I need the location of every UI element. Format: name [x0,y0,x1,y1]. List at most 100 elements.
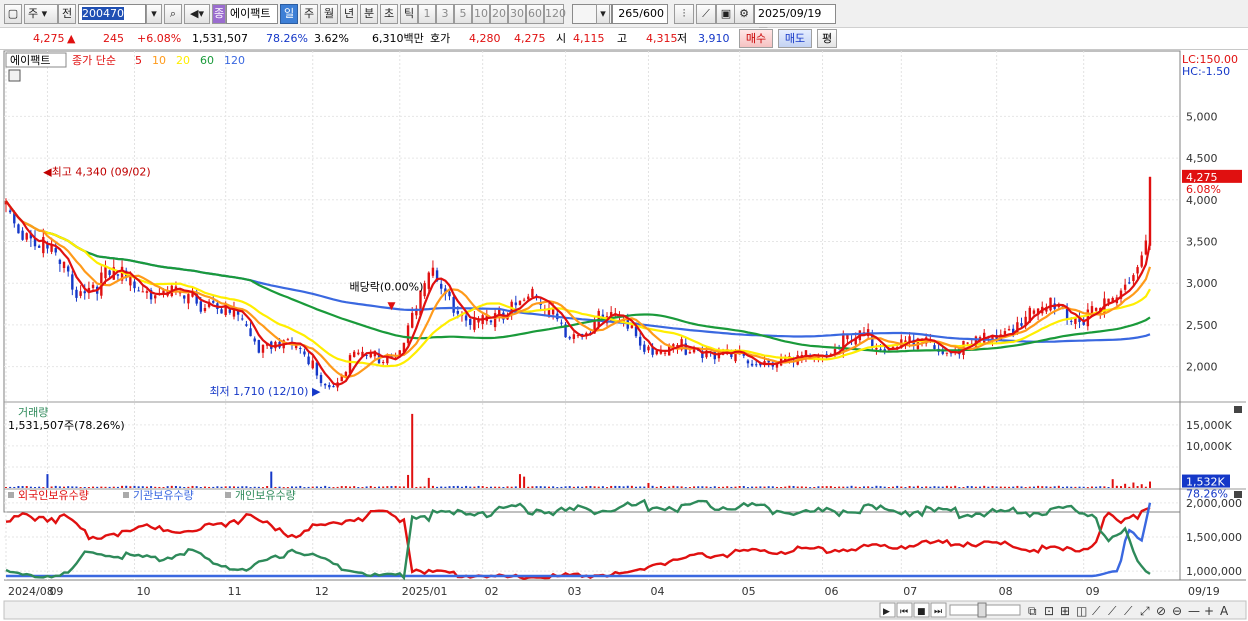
trade-amount: 6,310백만 [372,32,424,45]
candle-body [692,349,696,353]
chart-tool-icon[interactable]: A [1220,604,1229,618]
ask-label: 호가 [430,32,451,45]
sell-button[interactable]: 매도 [778,29,812,48]
line-tool-icon[interactable]: ⟋ [696,4,716,24]
data-count-field[interactable]: 265/600 [612,4,668,24]
candle-body [431,267,435,276]
candle-body [1148,176,1152,246]
candle-body [1007,329,1011,331]
candle-body [966,342,969,344]
interval-button[interactable]: 5 [454,4,472,24]
interval-button[interactable]: 10 [472,4,490,24]
chart-tool-icon[interactable]: ⤢ [1139,604,1150,618]
data-count-total: /600 [639,7,664,20]
period-button[interactable]: 주 [300,4,318,24]
volume-bar [67,486,70,488]
chart-tool-icon[interactable]: ⧉ [1028,604,1037,618]
search-icon[interactable]: ⌕ [164,4,182,24]
candle-body [427,272,430,289]
volume-bar [543,486,546,488]
period-button[interactable]: 초 [380,4,398,24]
volume-bar [974,486,977,488]
volume-bar [477,485,480,488]
chart-area[interactable]: 5,0004,5004,0003,5003,0002,5002,00015,00… [0,50,1248,621]
volume-bar [950,486,953,488]
interval-button[interactable]: 30 [508,4,526,24]
volume-bar [958,487,961,489]
volume-bar [1028,486,1031,488]
chevron-down-icon[interactable]: ▾ [146,4,162,24]
chart-tool-icon[interactable]: ⊡ [1044,604,1054,618]
period-button[interactable]: 틱 [400,4,418,24]
volume-bar [25,486,28,488]
volume-bar [303,487,306,489]
volume-bar [38,486,41,488]
zoom-slider-thumb[interactable] [977,602,987,618]
interval-button[interactable]: 1 [418,4,436,24]
period-button[interactable]: 년 [340,4,358,24]
volume-bar [572,486,575,488]
buy-button[interactable]: 매수 [739,29,773,48]
window-icon[interactable]: ▢ [4,4,22,24]
save-icon[interactable]: ▣ [716,4,736,24]
volume-bar [1070,486,1073,488]
period-button[interactable]: 분 [360,4,378,24]
volume-bar [722,486,725,488]
gear-icon[interactable]: ⚙ [734,4,754,24]
chart-tool-icon[interactable]: ⊘ [1156,604,1166,618]
volume-bar [315,486,318,488]
pane-close-icon[interactable] [1234,491,1242,498]
chart-tool-icon[interactable]: ◫ [1076,604,1087,618]
candle-body [311,360,314,369]
volume-bar [34,487,37,489]
period-type-select[interactable]: 주 ▾ [24,4,58,24]
candle-body [688,352,692,354]
volume-bar [713,486,716,488]
period-button[interactable]: 일 [280,4,298,24]
candle-body [572,334,576,339]
stock-name-field[interactable]: 에이팩트 [226,4,278,24]
chart-tool-icon[interactable]: + [1204,604,1214,618]
ma-legend-item: 60 [200,54,214,67]
volume-bar [87,487,90,489]
candle-body [79,291,82,296]
volume-bar [829,486,832,488]
interval-button[interactable]: 120 [544,4,566,24]
interval-button[interactable]: 3 [436,4,454,24]
volume-bar [365,486,368,488]
volume-bar [195,486,198,488]
interval-button[interactable]: 60 [526,4,544,24]
chart-tool-icon[interactable]: ⟋ [1092,604,1101,618]
volume-title: 거래량 [18,406,48,419]
interval-button[interactable]: 20 [490,4,508,24]
grid-toggle-icon[interactable] [8,69,21,82]
speaker-icon[interactable]: ◀▾ [184,4,210,24]
eval-button[interactable]: 평 [817,29,837,48]
volume-bar [203,486,206,488]
volume-bar [220,486,223,488]
volume-bar [489,486,492,488]
date-input[interactable]: 2025/09/19 ▦ [754,4,836,38]
stock-code-input[interactable]: 200470 [78,4,146,24]
prev-button[interactable]: 전 [58,4,76,24]
candle-body [1123,284,1127,290]
chart-tool-icon[interactable]: — [1188,604,1200,618]
high-label: 고 [617,32,628,45]
period-button[interactable]: 월 [320,4,338,24]
volume-bar [266,486,269,488]
chevron-down-icon[interactable]: ▾ [596,4,610,24]
volume-bar [402,486,405,488]
chart-tool-icon[interactable]: ⟋ [1108,604,1117,618]
x-tick-label: 2024/08 [8,585,54,598]
chart-tool-icon[interactable]: ⟋ [1124,604,1133,618]
chart-tool-icon[interactable]: ⊞ [1060,604,1070,618]
volume-bar [1049,486,1052,488]
volume-bar [1012,486,1015,488]
candle-body [1065,308,1069,320]
pane-close-icon[interactable] [1234,406,1242,413]
candle-icon[interactable]: ⫶ [674,4,694,24]
volume-bar [730,486,733,488]
x-tick-label: 10 [136,585,150,598]
chart-tool-icon[interactable]: ⊖ [1172,604,1182,618]
volume-bar [647,482,650,488]
